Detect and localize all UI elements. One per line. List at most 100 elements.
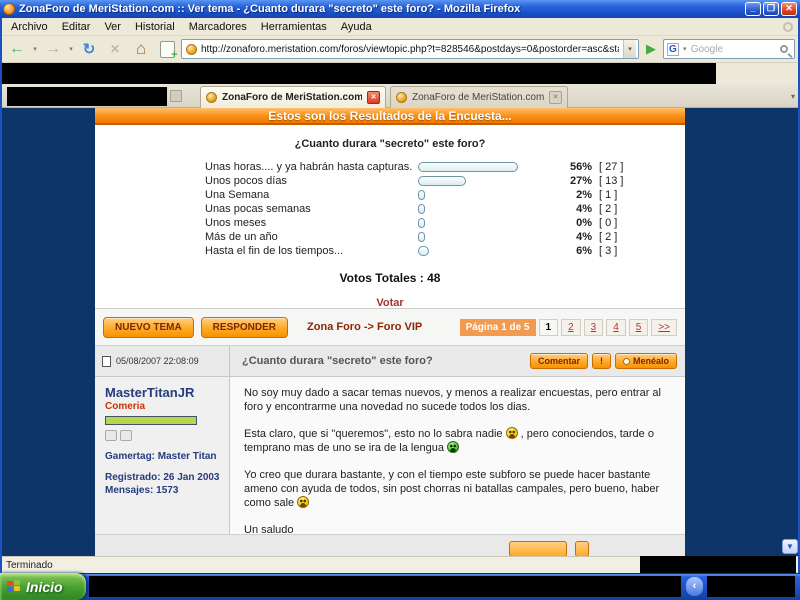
author-registered: Registrado: 26 Jan 2003 bbox=[105, 472, 220, 483]
post-actions: Comentar! Menéalo bbox=[529, 353, 677, 369]
tab-active[interactable]: ZonaForo de MeriStation.com :: V... ✕ bbox=[200, 86, 386, 108]
poll-bar-wrap bbox=[418, 204, 554, 214]
author-profile-icons bbox=[105, 430, 229, 441]
menu-item-archivo[interactable]: Archivo bbox=[4, 19, 55, 35]
poll-option-label: Unos meses bbox=[205, 217, 267, 229]
author-rank: Comeria bbox=[105, 401, 146, 412]
breadcrumb[interactable]: Zona Foro -> Foro VIP bbox=[307, 321, 422, 333]
poll-option-label: Unos pocos días bbox=[205, 175, 287, 187]
tab-redacted[interactable] bbox=[7, 87, 167, 106]
firefox-icon bbox=[3, 3, 15, 15]
poll-bar bbox=[418, 218, 425, 228]
poll-bar bbox=[418, 204, 425, 214]
pagination-page-4[interactable]: 4 bbox=[606, 318, 626, 336]
tab-favicon-icon bbox=[206, 92, 217, 103]
poll-option-votes: [ 13 ] bbox=[599, 175, 624, 187]
poll-bar bbox=[418, 162, 518, 172]
new-topic-button[interactable]: NUEVO TEMA bbox=[103, 316, 194, 338]
search-box[interactable]: G ▾ Google bbox=[663, 39, 795, 59]
url-dropdown-icon[interactable]: ▾ bbox=[623, 40, 636, 58]
tab-redacted-close-icon[interactable] bbox=[170, 90, 182, 102]
poll-question: ¿Cuanto durara "secreto" este foro? bbox=[294, 138, 486, 150]
poll-option-percent: 27% bbox=[569, 175, 592, 187]
screen: { "window": { "title": "ZonaForo de Meri… bbox=[0, 0, 800, 600]
redacted-bookmarks-bar bbox=[2, 63, 716, 84]
scrollbar-down-icon[interactable]: ▼ bbox=[782, 539, 798, 554]
tab-close-icon[interactable]: ✕ bbox=[549, 91, 562, 104]
post-message: No soy muy dado a sacar temas nuevos, y … bbox=[230, 377, 685, 536]
poll-option-label: Más de un año bbox=[205, 231, 278, 243]
forward-dropdown-icon[interactable]: ▾ bbox=[67, 45, 75, 53]
poll-option-votes: [ 2 ] bbox=[599, 231, 618, 243]
browser-viewport: Estos son los Resultados de la Encuesta.… bbox=[0, 108, 800, 556]
reply-button[interactable]: RESPONDER bbox=[200, 316, 289, 338]
menu-items-container: Archivo Editar Ver Historial Marcadores Herra… bbox=[4, 19, 379, 35]
home-icon[interactable]: ⌂ bbox=[129, 38, 153, 61]
menu-item-marcadores[interactable]: Marcadores bbox=[182, 19, 254, 35]
menu-item-ayuda[interactable]: Ayuda bbox=[334, 19, 379, 35]
search-icon[interactable] bbox=[780, 45, 788, 53]
report-button-partial[interactable] bbox=[575, 541, 589, 556]
poll-bar-wrap bbox=[418, 190, 554, 200]
tab-background[interactable]: ZonaForo de MeriStation.com :: Ver te...… bbox=[390, 86, 568, 108]
poll-results-header: Estos son los Resultados de la Encuesta.… bbox=[95, 108, 685, 125]
close-button[interactable]: ✕ bbox=[781, 2, 797, 16]
post-action-meneame[interactable]: Menéalo bbox=[614, 353, 677, 369]
reload-icon[interactable]: ↻ bbox=[77, 38, 101, 61]
menu-item-herramientas[interactable]: Herramientas bbox=[254, 19, 334, 35]
start-button[interactable]: Inicio bbox=[0, 573, 86, 600]
url-bar[interactable]: http://zonaforo.meristation.com/foros/vi… bbox=[181, 39, 639, 59]
menu-item-historial[interactable]: Historial bbox=[128, 19, 182, 35]
message-paragraph: Esta claro, que si "queremos", esto no l… bbox=[244, 427, 654, 454]
author-name[interactable]: MasterTitanJR bbox=[105, 385, 229, 400]
pm-icon[interactable] bbox=[120, 430, 132, 441]
back-icon[interactable]: ← bbox=[5, 38, 29, 61]
meneame-icon bbox=[622, 358, 630, 365]
tab-close-icon[interactable]: ✕ bbox=[367, 91, 380, 104]
redacted-taskbar-items bbox=[89, 576, 681, 597]
search-engine-dropdown-icon[interactable]: ▾ bbox=[681, 45, 689, 53]
poll-option-percent: 2% bbox=[576, 189, 592, 201]
stop-icon[interactable]: ✕ bbox=[103, 38, 127, 61]
poll-option-row: Hasta el fin de los tiempos... 6% [ 3 ] bbox=[95, 244, 685, 258]
tray-chevron-icon[interactable]: ‹ bbox=[686, 577, 703, 596]
new-page-icon[interactable]: + bbox=[155, 38, 179, 61]
pagination-page-3[interactable]: 3 bbox=[583, 318, 604, 336]
post-header: 05/08/2007 22:08:09 ¿Cuanto durara "secr… bbox=[95, 346, 685, 377]
post-action-report[interactable]: ! bbox=[591, 353, 611, 369]
forward-icon[interactable]: → bbox=[41, 38, 65, 61]
poll-bar-wrap bbox=[418, 232, 554, 242]
search-input[interactable]: Google bbox=[691, 44, 778, 55]
window-controls: _ ❐ ✕ bbox=[745, 2, 797, 16]
poll-option-row: Una Semana 2% [ 1 ] bbox=[95, 188, 685, 202]
tab-label: ZonaForo de MeriStation.com :: Ver te... bbox=[412, 92, 544, 103]
poll-bar bbox=[418, 176, 466, 186]
poll-option-label: Unas horas.... y ya habrán hasta captura… bbox=[205, 161, 413, 173]
poll-total-votes: Votos Totales : 48 bbox=[339, 271, 441, 285]
comment-button-partial[interactable] bbox=[509, 541, 567, 556]
go-button[interactable]: ▶ bbox=[641, 38, 661, 60]
poll-option-percent: 4% bbox=[576, 203, 592, 215]
post-date-cell: 05/08/2007 22:08:09 bbox=[95, 346, 230, 376]
poll-rows: Unas horas.... y ya habrán hasta captura… bbox=[95, 160, 685, 258]
menu-item-ver[interactable]: Ver bbox=[97, 19, 128, 35]
poll-option-row: Unos meses 0% [ 0 ] bbox=[95, 216, 685, 230]
pagination-page-5[interactable]: 5 bbox=[628, 318, 649, 336]
post-action-comment[interactable]: Comentar bbox=[529, 353, 588, 369]
post-date: 05/08/2007 22:08:09 bbox=[116, 356, 199, 366]
restore-button[interactable]: ❐ bbox=[763, 2, 779, 16]
pagination-next[interactable]: >> bbox=[651, 318, 677, 336]
pagination-label: Página 1 de 5 bbox=[459, 318, 536, 336]
url-text[interactable]: http://zonaforo.meristation.com/foros/vi… bbox=[201, 44, 619, 55]
poll-option-votes: [ 1 ] bbox=[599, 189, 618, 201]
profile-icon[interactable] bbox=[105, 430, 117, 441]
menu-item-editar[interactable]: Editar bbox=[55, 19, 98, 35]
pagination-page-1[interactable]: 1 bbox=[538, 318, 559, 336]
emoticon-green-icon bbox=[447, 441, 460, 453]
back-dropdown-icon[interactable]: ▾ bbox=[31, 45, 39, 53]
pagination-page-2[interactable]: 2 bbox=[561, 318, 581, 336]
throbber-icon bbox=[783, 21, 793, 32]
search-engine-icon[interactable]: G bbox=[667, 42, 679, 56]
minimize-button[interactable]: _ bbox=[745, 2, 761, 16]
tab-overflow-icon[interactable]: ▾ bbox=[791, 92, 795, 101]
